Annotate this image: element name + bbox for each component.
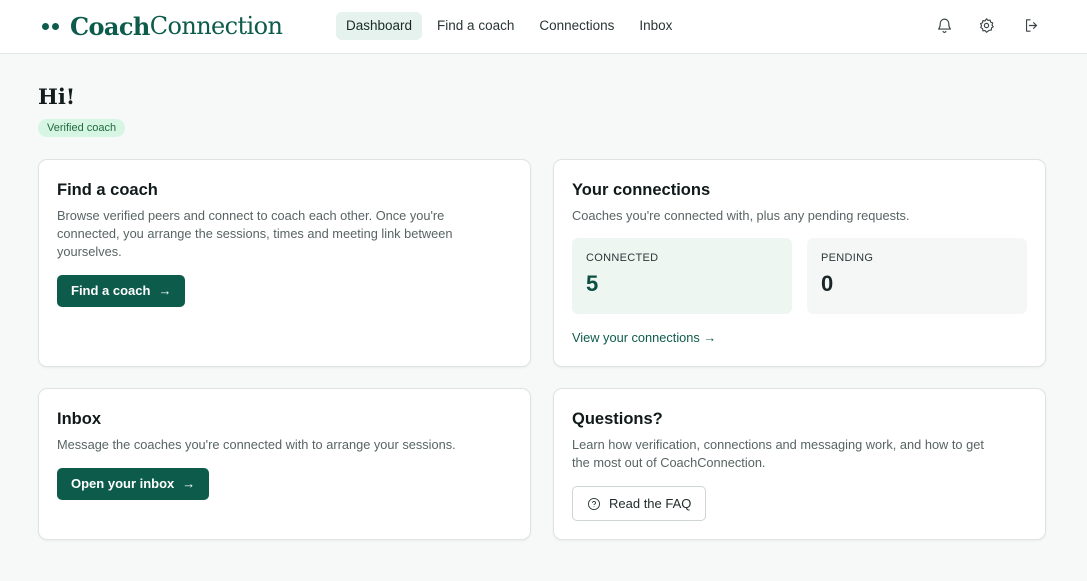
app-logo[interactable]: Coach Connection [42, 11, 283, 41]
nav-dashboard[interactable]: Dashboard [336, 12, 423, 40]
inbox-card: Inbox Message the coaches you're connect… [38, 388, 531, 540]
logo-text-coach: Coach [70, 11, 150, 41]
card-title: Questions? [572, 410, 663, 428]
pending-count: 0 [821, 271, 834, 296]
button-label: Read the FAQ [609, 496, 692, 511]
connected-label: CONNECTED [586, 252, 659, 264]
nav-inbox[interactable]: Inbox [629, 12, 682, 40]
logout-icon[interactable] [1021, 15, 1041, 35]
gear-icon[interactable] [976, 15, 996, 35]
arrow-right-icon: → [182, 476, 196, 491]
logo-text-connection: Connection [149, 12, 283, 40]
main-nav: Dashboard Find a coach Connections Inbox [336, 12, 687, 40]
nav-find-a-coach[interactable]: Find a coach [427, 12, 524, 40]
button-label: Open your inbox [71, 476, 175, 491]
status-badge: Verified coach [38, 119, 126, 137]
open-inbox-button[interactable]: Open your inbox → [57, 468, 210, 500]
questions-card: Questions? Learn how verification, conne… [553, 388, 1046, 540]
card-description: Browse verified peers and connect to coa… [57, 208, 453, 259]
card-title: Find a coach [57, 181, 158, 199]
button-label: Find a coach [71, 283, 151, 298]
pending-stat: PENDING 0 [807, 238, 1027, 314]
page-title: Hi! [38, 84, 76, 109]
find-coach-button[interactable]: Find a coach → [57, 275, 186, 307]
connected-count: 5 [586, 271, 599, 296]
card-title: Inbox [57, 410, 101, 428]
card-title: Your connections [572, 181, 711, 199]
view-connections-link[interactable]: View your connections → [572, 330, 716, 345]
find-coach-card: Find a coach Browse verified peers and c… [38, 159, 531, 367]
card-description: Learn how verification, connections and … [572, 437, 984, 470]
arrow-right-icon: → [158, 283, 172, 298]
connections-card: Your connections Coaches you're connecte… [553, 159, 1046, 367]
connected-stat: CONNECTED 5 [572, 238, 792, 314]
top-header: Coach Connection Dashboard Find a coach C… [0, 0, 1087, 54]
help-circle-icon [588, 497, 600, 510]
card-description: Coaches you're connected with, plus any … [572, 208, 910, 223]
bell-icon[interactable] [934, 15, 954, 35]
card-description: Message the coaches you're connected wit… [57, 437, 456, 452]
nav-connections[interactable]: Connections [529, 12, 624, 40]
logo-dots-icon [42, 22, 62, 30]
read-faq-button[interactable]: Read the FAQ [572, 486, 707, 521]
pending-label: PENDING [821, 252, 874, 264]
